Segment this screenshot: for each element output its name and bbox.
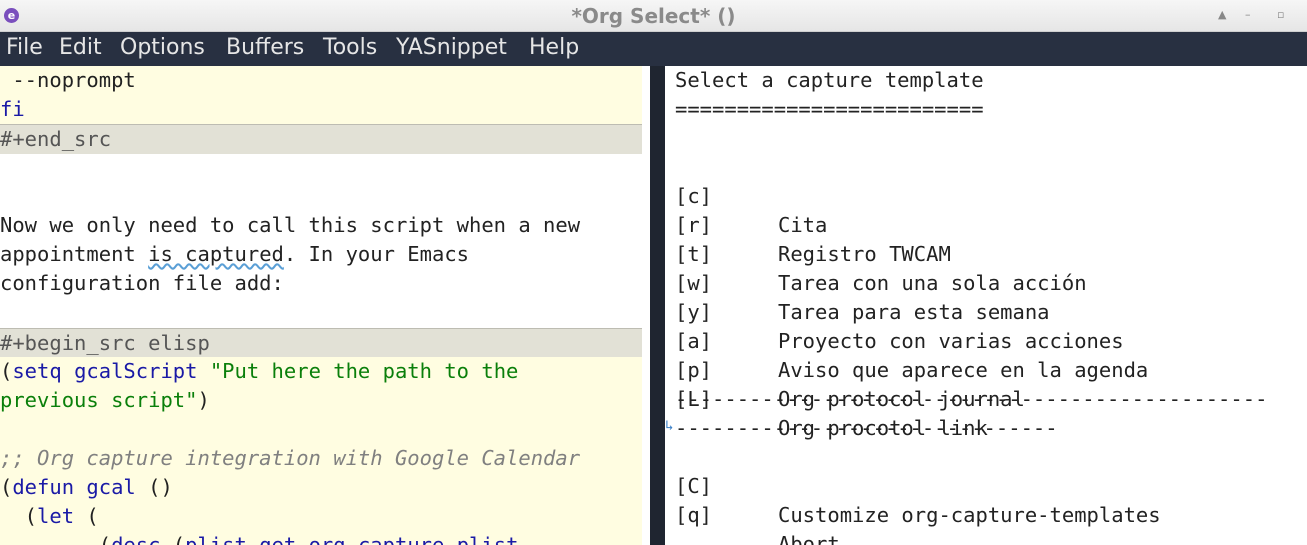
template-item[interactable]: [t] Tarea con una sola acción: [675, 211, 1295, 295]
shade-window-icon[interactable]: ▲: [1218, 8, 1226, 21]
template-item[interactable]: [r] Registro TWCAM: [675, 182, 1295, 266]
org-select-pane: Select a capture template ==============…: [665, 66, 1307, 545]
template-item[interactable]: [c] Cita: [675, 153, 1295, 237]
menu-edit[interactable]: Edit: [59, 35, 102, 60]
src-block-end-header: #+end_src: [0, 124, 642, 154]
line-wrap-icon: ↳: [665, 418, 674, 434]
menu-tools[interactable]: Tools: [323, 35, 377, 60]
template-item[interactable]: [a] Aviso que aparece en la agenda: [675, 298, 1295, 382]
action-key: [q]: [675, 503, 713, 527]
maximize-window-icon[interactable]: ▫: [1277, 8, 1284, 21]
minimize-window-icon[interactable]: –: [1245, 8, 1251, 21]
separator-line: ----------------------------------------…: [675, 387, 1268, 411]
template-item[interactable]: [p] Org protocol journal: [675, 327, 1295, 411]
code-line: previous script"): [0, 386, 642, 415]
menu-yasnippet[interactable]: YASnippet: [396, 35, 507, 60]
code-line: (let (: [0, 502, 642, 531]
text-line: appointment is captured. In your Emacs: [0, 242, 470, 266]
window-title: *Org Select* (): [571, 4, 736, 28]
menu-buffers[interactable]: Buffers: [226, 35, 304, 60]
code-line: (desc (plist-get org-capture-plist: [0, 531, 642, 545]
separator-line-continued: -------------------------------: [675, 416, 1058, 440]
action-label: Abort: [778, 532, 840, 545]
menu-help[interactable]: Help: [529, 35, 579, 60]
src-block-begin-header: #+begin_src elisp: [0, 328, 642, 358]
heading-underline: =========================: [675, 97, 984, 121]
menu-options[interactable]: Options: [120, 35, 205, 60]
code-comment: ;; Org capture integration with Google C…: [0, 444, 642, 473]
window-divider[interactable]: [650, 66, 665, 545]
code-line: fi: [0, 95, 642, 124]
text-line: Now we only need to call this script whe…: [0, 213, 581, 237]
spellcheck-marked-text: is captured: [148, 242, 284, 266]
template-item[interactable]: [L] Org procotol link: [675, 356, 1295, 440]
text-line: configuration file add:: [0, 271, 284, 295]
capture-heading: Select a capture template: [675, 68, 984, 92]
code-line: (defun gcal (): [0, 473, 642, 502]
menu-file[interactable]: File: [6, 35, 43, 60]
template-item[interactable]: [w] Tarea para esta semana: [675, 240, 1295, 324]
code-line: [0, 415, 642, 444]
template-item[interactable]: [y] Proyecto con varias acciones: [675, 269, 1295, 353]
title-bar: e *Org Select* () ▲ – ▫: [0, 0, 1307, 32]
org-editor-pane[interactable]: --noprompt fi #+end_src Now we only need…: [0, 66, 642, 545]
code-line: --noprompt: [0, 66, 642, 95]
action-item[interactable]: [C] Customize org-capture-templates: [675, 443, 1295, 527]
menu-bar: File Edit Options Buffers Tools YASnippe…: [0, 32, 1307, 66]
code-line: (setq gcalScript "Put here the path to t…: [0, 357, 642, 386]
action-item[interactable]: [q] Abort: [675, 472, 1295, 545]
action-label: Customize org-capture-templates: [778, 503, 1161, 527]
